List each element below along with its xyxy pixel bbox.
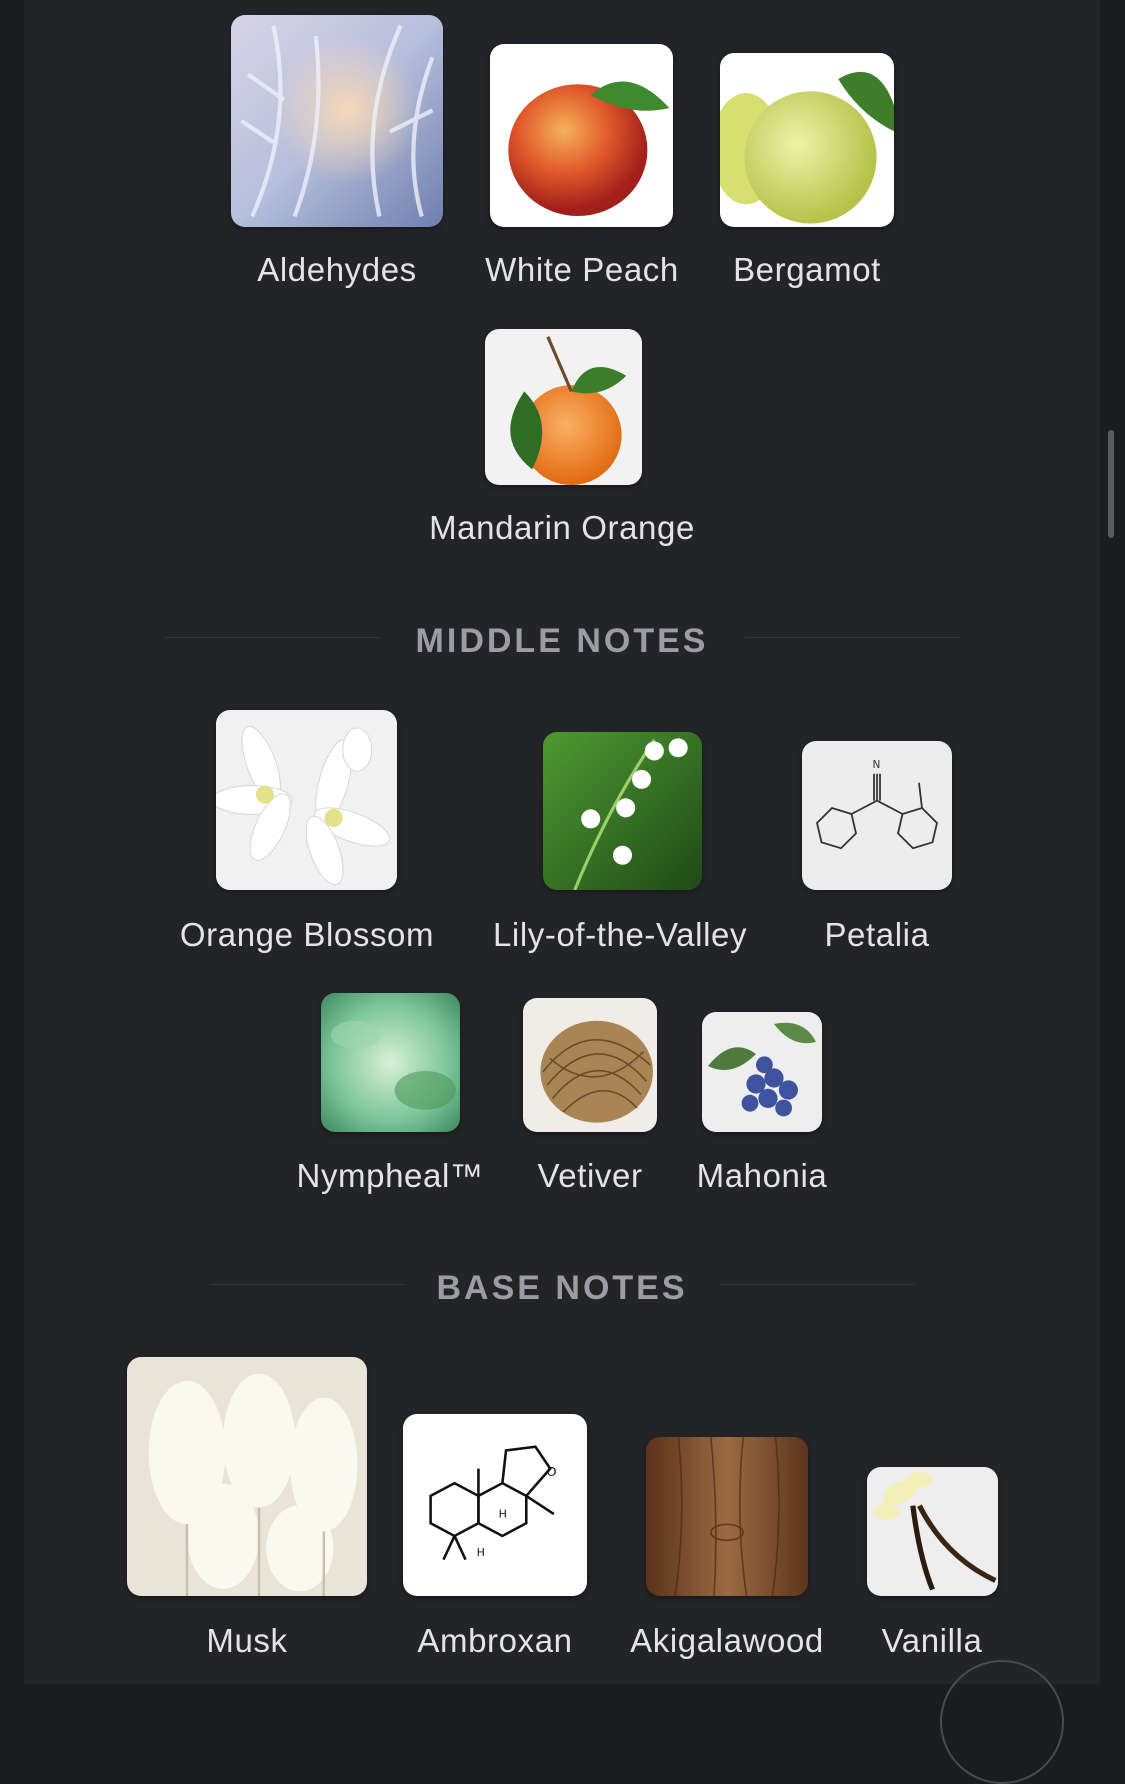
base-notes-title: BASE NOTES [436,1269,688,1307]
svg-text:O: O [547,1465,557,1480]
note-label: Lily-of-the-Valley [492,916,748,953]
aldehydes-image[interactable] [231,15,443,227]
orange-blossom-image[interactable] [216,710,397,890]
svg-text:H: H [477,1546,485,1559]
section-divider [720,1284,915,1285]
section-divider [165,637,380,638]
note-label: Aldehydes [257,251,417,288]
vanilla-image[interactable] [867,1467,998,1596]
musk-image[interactable] [127,1357,367,1596]
note-label: Mandarin Orange [429,509,695,546]
lily-of-the-valley-image[interactable] [543,732,702,890]
note-label: Nympheal™ [296,1157,484,1194]
vetiver-image[interactable] [523,998,657,1132]
mandarin-orange-image[interactable] [485,329,642,485]
note-label: Ambroxan [417,1622,573,1659]
svg-text:H: H [499,1508,507,1521]
note-label: Akigalawood [630,1622,824,1659]
akigalawood-image[interactable] [646,1437,808,1596]
section-divider [745,637,960,638]
note-label: Vanilla [881,1622,983,1659]
note-label: Musk [206,1622,288,1659]
nympheal-image[interactable] [321,993,460,1132]
white-peach-image[interactable] [490,44,673,227]
middle-notes-title: MIDDLE NOTES [415,622,709,660]
bergamot-image[interactable] [720,53,894,227]
section-divider [210,1284,405,1285]
note-label: Orange Blossom [179,916,435,953]
scrollbar-thumb[interactable] [1108,430,1114,538]
note-label: Bergamot [733,251,881,288]
note-label: White Peach [485,251,679,288]
floating-action-button[interactable] [940,1660,1064,1784]
svg-text:N: N [873,759,881,771]
note-label: Vetiver [537,1157,643,1194]
mahonia-image[interactable] [702,1012,822,1132]
petalia-molecule-image[interactable]: N [802,741,952,890]
note-label: Mahonia [696,1157,828,1194]
note-label: Petalia [824,916,930,953]
ambroxan-molecule-image[interactable]: O H H [403,1414,587,1596]
